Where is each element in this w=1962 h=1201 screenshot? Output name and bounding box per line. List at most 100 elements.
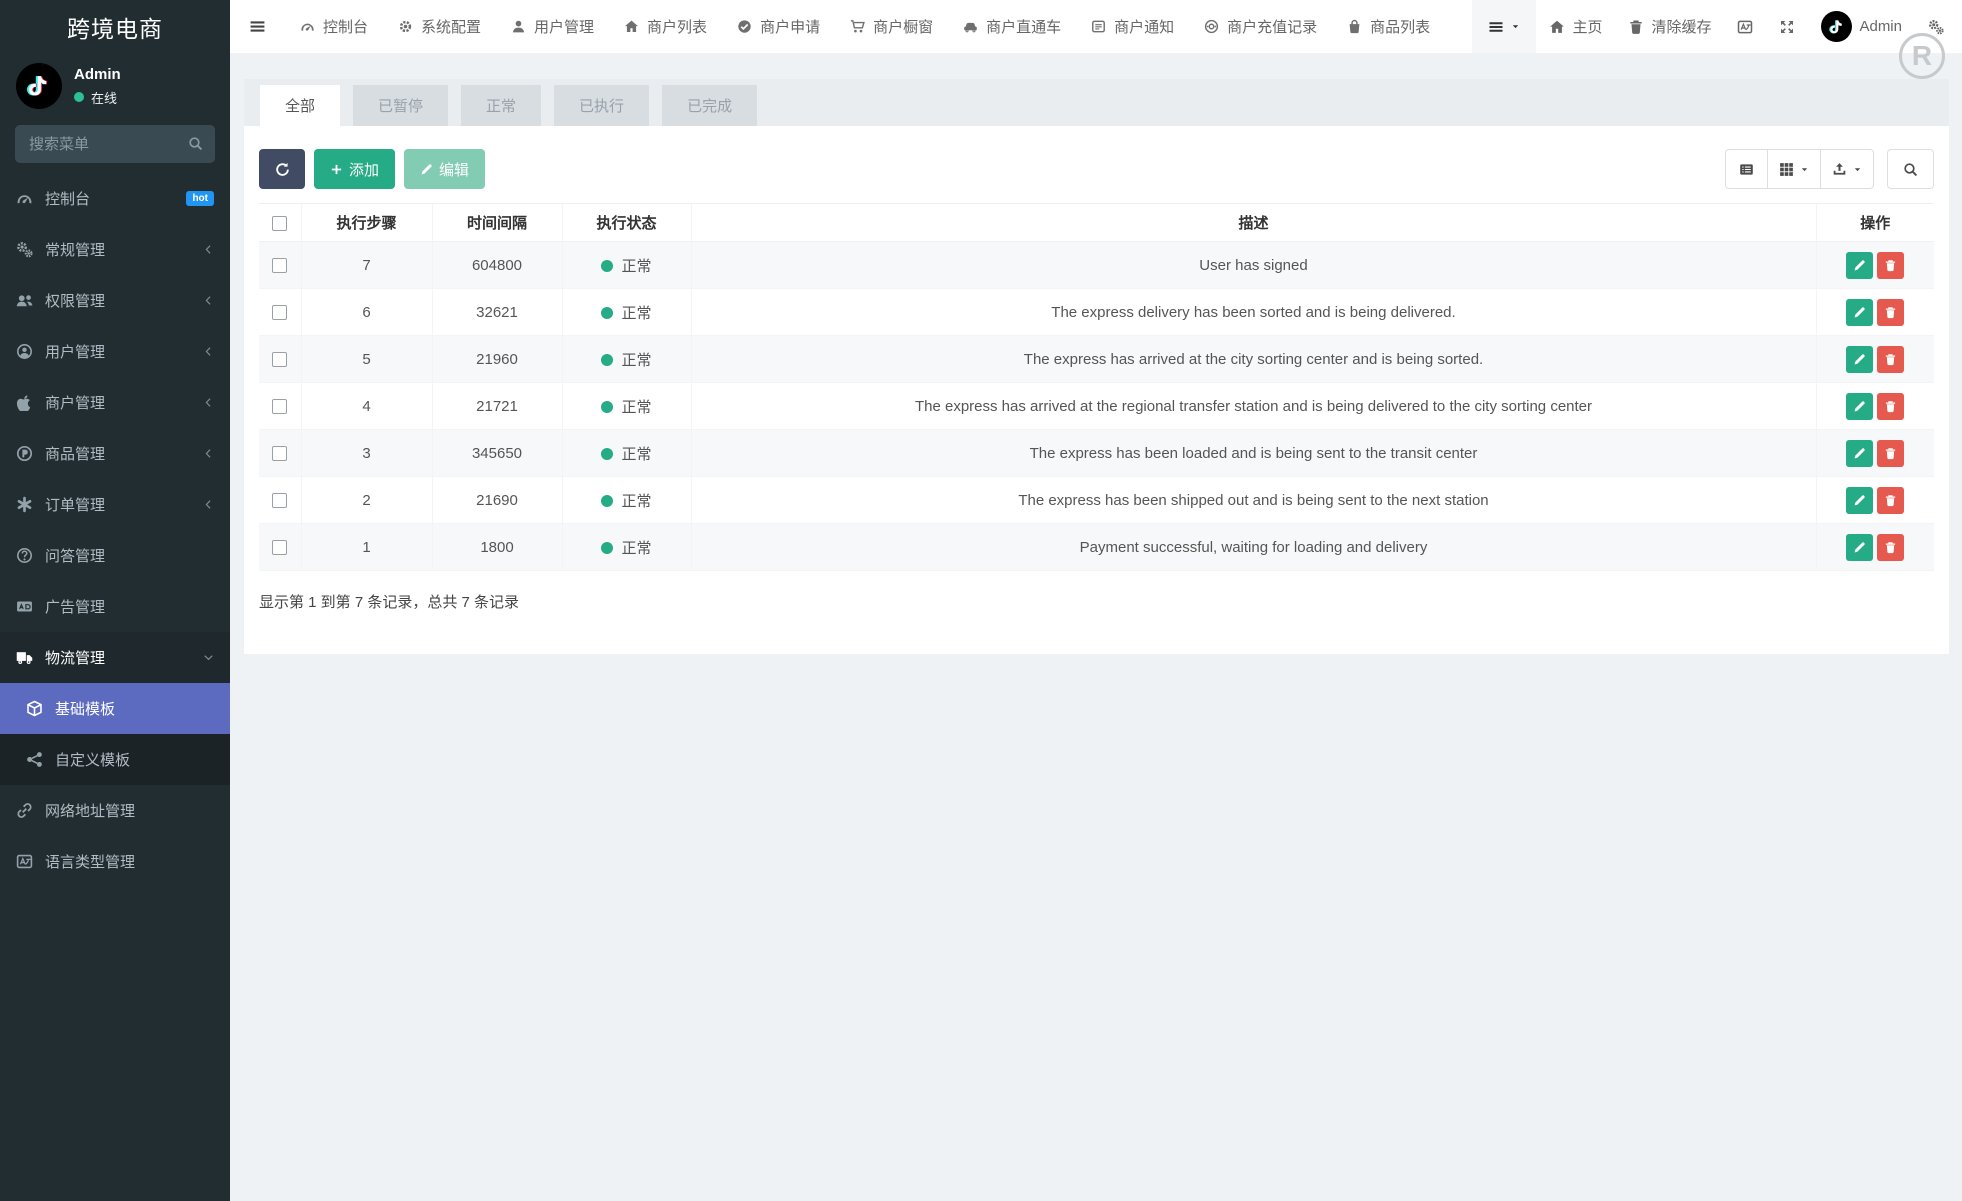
row-checkbox[interactable]: [272, 305, 288, 321]
sidebar-item-order[interactable]: 订单管理: [0, 479, 230, 530]
status-dot-icon: [601, 494, 614, 507]
table-row: 7 604800 正常 User has signed: [259, 241, 1934, 289]
cell-description: The express delivery has been sorted and…: [690, 288, 1816, 336]
row-delete-button[interactable]: [1877, 298, 1905, 326]
tab-normal[interactable]: 正常: [461, 85, 542, 126]
sidebar-item-user[interactable]: 用户管理: [0, 326, 230, 377]
sidebar-item-label: 物流管理: [45, 650, 106, 667]
home-label: 主页: [1572, 19, 1603, 36]
row-checkbox[interactable]: [272, 352, 288, 368]
column-header-3: 描述: [690, 203, 1816, 242]
sidebar-item-url-manage[interactable]: 网络地址管理: [0, 785, 230, 836]
row-checkbox[interactable]: [272, 399, 288, 415]
topnav-item-merchant-apply[interactable]: 商户申请: [722, 0, 835, 53]
sidebar-item-merchant[interactable]: 商户管理: [0, 377, 230, 428]
topnav-item-merchant-window[interactable]: 商户橱窗: [835, 0, 948, 53]
check-circle-icon: [738, 20, 751, 33]
row-edit-button[interactable]: [1846, 298, 1874, 326]
refresh-button[interactable]: [259, 149, 305, 189]
home-link[interactable]: 主页: [1536, 0, 1615, 53]
topnav-item-merchant-recharge[interactable]: 商户充值记录: [1189, 0, 1332, 53]
tab-paused[interactable]: 已暂停: [353, 85, 449, 126]
row-checkbox[interactable]: [272, 540, 288, 556]
row-delete-button[interactable]: [1877, 533, 1905, 561]
cell-interval: 21690: [431, 476, 562, 524]
add-button[interactable]: 添加: [314, 149, 396, 189]
export-button[interactable]: [1820, 149, 1874, 189]
row-edit-button[interactable]: [1846, 439, 1874, 467]
clear-cache-button[interactable]: 清除缓存: [1615, 0, 1724, 53]
table-search-button[interactable]: [1887, 149, 1934, 189]
sidebar-item-general[interactable]: 常规管理: [0, 224, 230, 275]
row-delete-button[interactable]: [1877, 251, 1905, 279]
sidebar-item-custom-template[interactable]: 自定义模板: [0, 734, 230, 785]
nav-list-button[interactable]: [1472, 0, 1537, 53]
cell-interval: 1800: [431, 523, 562, 571]
cell-description: The express has been shipped out and is …: [690, 476, 1816, 524]
topnav-item-system-config[interactable]: 系统配置: [383, 0, 496, 53]
sidebar-item-ad[interactable]: 广告管理: [0, 581, 230, 632]
row-edit-button[interactable]: [1846, 533, 1874, 561]
cell-status: 正常: [561, 476, 691, 524]
p-circle-icon: [16, 445, 33, 462]
translate-button[interactable]: [1724, 0, 1766, 53]
sidebar-item-language-manage[interactable]: 语言类型管理: [0, 836, 230, 887]
table-tools: [1725, 149, 1934, 189]
trash-icon: [1630, 20, 1643, 34]
columns-button[interactable]: [1767, 149, 1820, 189]
sidebar-item-product[interactable]: 商品管理: [0, 428, 230, 479]
topnav-item-merchant-list[interactable]: 商户列表: [609, 0, 722, 53]
cell-operations: [1815, 241, 1934, 289]
edit-button[interactable]: 编辑: [404, 149, 486, 189]
sidebar-item-console[interactable]: 控制台 hot: [0, 173, 230, 224]
row-delete-button[interactable]: [1877, 439, 1905, 467]
refresh-icon-slot: [275, 162, 290, 177]
row-edit-button[interactable]: [1846, 486, 1874, 514]
detail-view-button[interactable]: [1725, 149, 1767, 189]
topnav-item-console[interactable]: 控制台: [285, 0, 383, 53]
menu-search-input[interactable]: [15, 125, 215, 163]
language-icon: [16, 854, 33, 869]
row-checkbox[interactable]: [272, 258, 288, 274]
row-edit-button[interactable]: [1846, 392, 1874, 420]
fullscreen-icon-slot: [1779, 19, 1795, 35]
toolbar: 添加 编辑: [259, 149, 1934, 189]
topnav-item-product-list[interactable]: 商品列表: [1332, 0, 1445, 53]
row-edit-button[interactable]: [1846, 251, 1874, 279]
row-edit-button[interactable]: [1846, 345, 1874, 373]
tab-completed[interactable]: 已完成: [662, 85, 758, 126]
gears-icon: [1929, 19, 1944, 34]
sidebar-toggle-button[interactable]: [230, 0, 285, 53]
trash-icon: [1886, 447, 1896, 459]
cell-operations: [1815, 429, 1934, 477]
pencil-icon: [1854, 541, 1865, 552]
gears-icon-slot: [1928, 19, 1944, 35]
car-icon: [964, 22, 977, 33]
row-checkbox[interactable]: [272, 446, 288, 462]
row-delete-button[interactable]: [1877, 486, 1905, 514]
sidebar-item-qa[interactable]: 问答管理: [0, 530, 230, 581]
topnav-item-merchant-notice[interactable]: 商户通知: [1076, 0, 1189, 53]
row-delete-button[interactable]: [1877, 392, 1905, 420]
search-icon-slot[interactable]: [188, 136, 203, 151]
user-menu[interactable]: Admin: [1808, 0, 1915, 53]
export-icon-slot: [1832, 162, 1847, 177]
tab-all[interactable]: 全部: [260, 85, 341, 126]
topnav-item-merchant-express[interactable]: 商户直通车: [948, 0, 1076, 53]
row-delete-button[interactable]: [1877, 345, 1905, 373]
select-all-checkbox[interactable]: [272, 215, 288, 231]
header-row: 执行步骤 时间间隔 执行状态 描述 操作: [259, 203, 1934, 242]
share-icon: [27, 752, 42, 767]
fullscreen-button[interactable]: [1766, 0, 1808, 53]
sidebar-item-permission[interactable]: 权限管理: [0, 275, 230, 326]
gauge-icon: [301, 23, 314, 31]
cell-step: 3: [300, 429, 432, 477]
sidebar-item-logistics[interactable]: 物流管理: [0, 632, 230, 683]
topnav-item-user-manage[interactable]: 用户管理: [496, 0, 609, 53]
cell-step: 2: [300, 476, 432, 524]
tab-executed[interactable]: 已执行: [554, 85, 650, 126]
row-checkbox[interactable]: [272, 493, 288, 509]
caret-icon: [1854, 167, 1861, 171]
topnav-item-label: 商户充值记录: [1227, 19, 1318, 36]
sidebar-item-base-template[interactable]: 基础模板: [0, 683, 230, 734]
